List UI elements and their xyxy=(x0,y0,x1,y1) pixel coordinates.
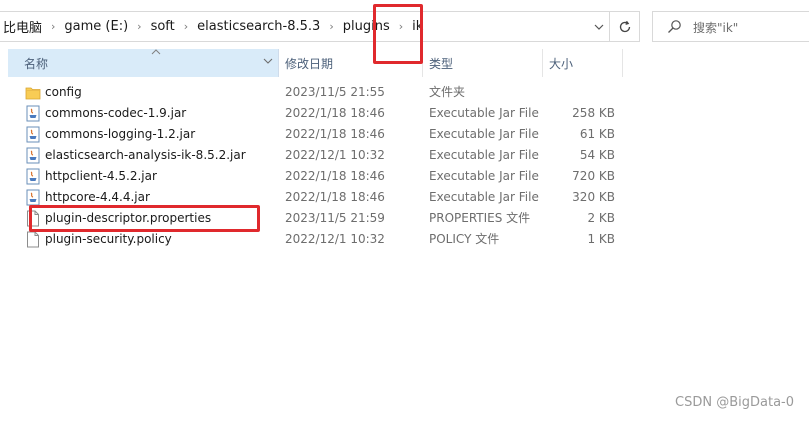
jar-file-icon xyxy=(25,189,41,206)
file-type: Executable Jar File xyxy=(429,127,539,141)
column-header: 名称 修改日期 类型 大小 xyxy=(0,49,624,77)
file-row[interactable]: config 2023/11/5 21:55 文件夹 xyxy=(0,82,624,103)
file-date: 2022/1/18 18:46 xyxy=(285,169,385,183)
file-name: commons-logging-1.2.jar xyxy=(45,127,196,141)
breadcrumb-elasticsearch[interactable]: elasticsearch-8.5.3 xyxy=(194,19,323,34)
file-size: 54 KB xyxy=(579,148,615,162)
column-header-date[interactable]: 修改日期 xyxy=(279,49,423,77)
jar-file-icon xyxy=(25,126,41,143)
file-size: 720 KB xyxy=(572,169,615,183)
breadcrumb-ik[interactable]: ik xyxy=(409,19,426,34)
sort-ascending-icon xyxy=(151,47,161,58)
search-placeholder: 搜索"ik" xyxy=(693,21,739,35)
breadcrumb-separator-icon[interactable]: › xyxy=(323,20,339,33)
file-size: 1 KB xyxy=(587,232,615,246)
document-icon xyxy=(25,231,41,248)
file-type: Executable Jar File xyxy=(429,106,539,120)
breadcrumb-separator-icon[interactable]: › xyxy=(131,20,147,33)
column-header-size[interactable]: 大小 xyxy=(543,49,623,77)
file-row[interactable]: plugin-security.policy 2022/12/1 10:32 P… xyxy=(0,229,624,250)
watermark: CSDN @BigData-0 xyxy=(675,395,794,410)
file-name: elasticsearch-analysis-ik-8.5.2.jar xyxy=(45,148,246,162)
breadcrumb-separator-icon[interactable]: › xyxy=(393,20,409,33)
file-date: 2022/1/18 18:46 xyxy=(285,190,385,204)
breadcrumb-separator-icon[interactable]: › xyxy=(178,20,194,33)
file-type: Executable Jar File xyxy=(429,169,539,183)
file-size: 2 KB xyxy=(587,211,615,225)
file-type: 文件夹 xyxy=(429,85,466,99)
file-size xyxy=(549,82,615,103)
column-header-type-label: 类型 xyxy=(429,56,454,71)
file-name: httpclient-4.5.2.jar xyxy=(45,169,157,183)
breadcrumb: 比电脑 › game (E:) › soft › elasticsearch-8… xyxy=(0,12,426,41)
file-name: plugin-descriptor.properties xyxy=(45,211,212,225)
file-name: config xyxy=(45,85,82,99)
file-size: 320 KB xyxy=(572,190,615,204)
file-row[interactable]: commons-logging-1.2.jar 2022/1/18 18:46 … xyxy=(0,124,624,145)
file-name: commons-codec-1.9.jar xyxy=(45,106,187,120)
column-header-type[interactable]: 类型 xyxy=(423,49,543,77)
column-header-name-label: 名称 xyxy=(24,56,49,71)
breadcrumb-this-pc[interactable]: 比电脑 xyxy=(0,17,45,36)
jar-file-icon xyxy=(25,168,41,185)
column-header-name[interactable]: 名称 xyxy=(8,49,279,77)
search-input[interactable]: 搜索"ik" xyxy=(652,11,809,42)
file-row[interactable]: elasticsearch-analysis-ik-8.5.2.jar 2022… xyxy=(0,145,624,166)
breadcrumb-soft[interactable]: soft xyxy=(148,19,178,34)
file-date: 2022/12/1 10:32 xyxy=(285,232,385,246)
file-row[interactable]: commons-codec-1.9.jar 2022/1/18 18:46 Ex… xyxy=(0,103,624,124)
file-type: PROPERTIES 文件 xyxy=(429,211,531,225)
address-history-chevron-icon[interactable] xyxy=(588,12,610,41)
column-filter-chevron-icon[interactable] xyxy=(263,57,273,67)
file-size: 61 KB xyxy=(579,127,615,141)
file-size: 258 KB xyxy=(572,106,615,120)
file-date: 2022/1/18 18:46 xyxy=(285,106,385,120)
file-type: POLICY 文件 xyxy=(429,232,500,246)
file-name: plugin-security.policy xyxy=(45,232,172,246)
file-row[interactable]: httpclient-4.5.2.jar 2022/1/18 18:46 Exe… xyxy=(0,166,624,187)
file-date: 2022/1/18 18:46 xyxy=(285,127,385,141)
column-header-size-label: 大小 xyxy=(549,56,574,71)
breadcrumb-drive[interactable]: game (E:) xyxy=(61,19,131,34)
address-bar[interactable]: 比电脑 › game (E:) › soft › elasticsearch-8… xyxy=(0,11,640,42)
column-header-date-label: 修改日期 xyxy=(285,56,334,71)
file-type: Executable Jar File xyxy=(429,148,539,162)
file-date: 2023/11/5 21:55 xyxy=(285,85,385,99)
file-date: 2022/12/1 10:32 xyxy=(285,148,385,162)
file-type: Executable Jar File xyxy=(429,190,539,204)
search-icon xyxy=(667,19,682,34)
file-row[interactable]: plugin-descriptor.properties 2023/11/5 2… xyxy=(0,208,624,229)
document-icon xyxy=(25,210,41,227)
jar-file-icon xyxy=(25,147,41,164)
file-date: 2023/11/5 21:59 xyxy=(285,211,385,225)
refresh-icon[interactable] xyxy=(609,12,639,41)
file-row[interactable]: httpcore-4.4.4.jar 2022/1/18 18:46 Execu… xyxy=(0,187,624,208)
breadcrumb-separator-icon[interactable]: › xyxy=(45,20,61,33)
folder-icon xyxy=(25,84,41,101)
breadcrumb-plugins[interactable]: plugins xyxy=(340,19,393,34)
jar-file-icon xyxy=(25,105,41,122)
file-name: httpcore-4.4.4.jar xyxy=(45,190,150,204)
